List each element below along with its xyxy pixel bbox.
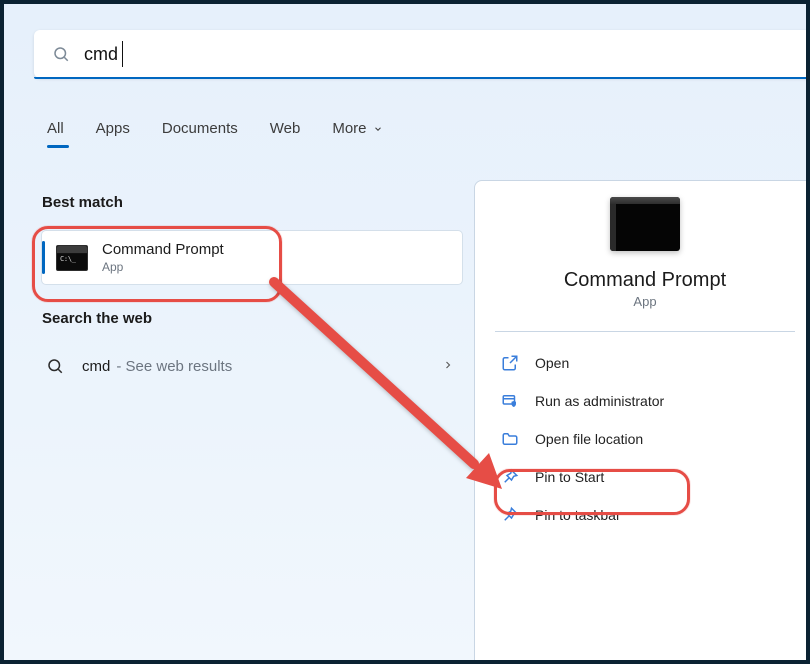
action-run-as-administrator[interactable]: Run as administrator	[491, 382, 799, 420]
tab-documents[interactable]: Documents	[162, 120, 238, 147]
search-web-heading: Search the web	[42, 310, 462, 327]
command-prompt-thumbnail-icon	[610, 197, 680, 251]
preview-title: Command Prompt	[475, 269, 810, 292]
search-icon	[52, 45, 70, 63]
search-input[interactable]	[82, 43, 810, 66]
command-prompt-icon	[56, 245, 88, 271]
tab-apps[interactable]: Apps	[96, 120, 130, 147]
results-column: Best match Command Prompt App Search the…	[42, 194, 462, 385]
best-match-result[interactable]: Command Prompt App	[42, 231, 462, 284]
action-label: Open	[535, 355, 569, 371]
tab-all[interactable]: All	[47, 120, 64, 147]
tab-more-label: More	[332, 120, 366, 137]
pin-icon	[501, 468, 519, 486]
tab-more[interactable]: More	[332, 120, 382, 147]
action-label: Pin to Start	[535, 469, 604, 485]
web-result-term: cmd	[82, 358, 110, 375]
action-open[interactable]: Open	[491, 344, 799, 382]
web-result-row[interactable]: cmd - See web results	[42, 347, 462, 385]
best-match-subtitle: App	[102, 260, 224, 274]
best-match-text: Command Prompt App	[102, 241, 224, 274]
chevron-down-icon	[373, 121, 383, 138]
windows-search-panel: All Apps Documents Web More Best match C…	[0, 0, 810, 664]
preview-actions: Open Run as administrator	[475, 344, 810, 534]
action-label: Open file location	[535, 431, 643, 447]
search-focus-underline	[34, 77, 810, 79]
folder-icon	[501, 430, 519, 448]
result-preview-panel: Command Prompt App Open	[474, 180, 810, 664]
search-bar[interactable]	[34, 30, 810, 78]
best-match-title: Command Prompt	[102, 241, 224, 259]
tab-web[interactable]: Web	[270, 120, 301, 147]
admin-shield-icon	[501, 392, 519, 410]
chevron-right-icon	[442, 358, 454, 374]
action-label: Run as administrator	[535, 393, 664, 409]
pin-icon	[501, 506, 519, 524]
preview-subtitle: App	[475, 294, 810, 309]
web-result-suffix: - See web results	[116, 358, 232, 375]
action-pin-to-taskbar[interactable]: Pin to taskbar	[491, 496, 799, 534]
search-scope-tabs: All Apps Documents Web More	[47, 120, 383, 147]
action-pin-to-start[interactable]: Pin to Start	[491, 458, 799, 496]
action-label: Pin to taskbar	[535, 507, 621, 523]
search-icon	[46, 357, 64, 375]
best-match-heading: Best match	[42, 194, 462, 211]
divider	[495, 331, 795, 332]
open-external-icon	[501, 354, 519, 372]
action-open-file-location[interactable]: Open file location	[491, 420, 799, 458]
